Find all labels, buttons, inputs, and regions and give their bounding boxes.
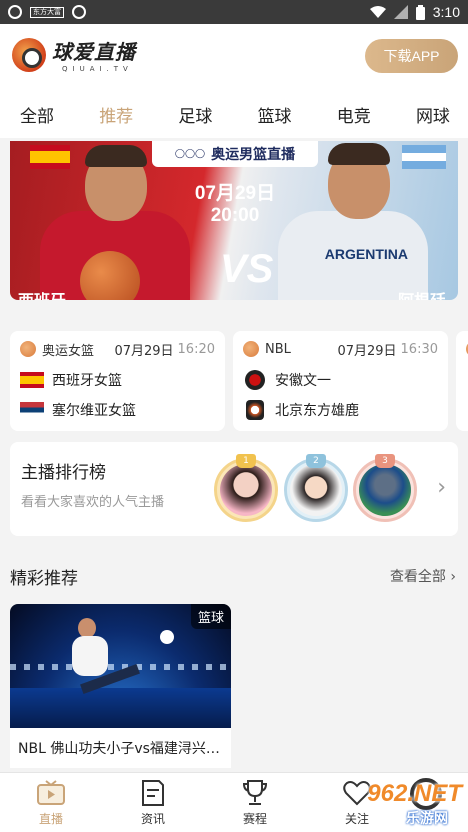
crown-icon: 1 <box>236 454 256 468</box>
match-time: 16:30 <box>400 341 438 357</box>
spain-flag-icon <box>20 372 44 388</box>
trophy-icon <box>241 779 269 807</box>
banner-team-left: 西班牙 <box>18 287 66 300</box>
match-card-partial[interactable] <box>456 331 468 431</box>
app-name: 球爱直播 <box>52 40 136 64</box>
match-list: 奥运女篮 07月29日 16:20 西班牙女篮 塞尔维亚女篮 NBL 07月29… <box>10 331 468 431</box>
match-league: 奥运女篮 <box>42 343 95 359</box>
wifi-icon <box>369 5 386 18</box>
tab-football[interactable]: 足球 <box>178 102 212 127</box>
team-logo-icon <box>246 400 264 420</box>
clock: 3:10 <box>432 4 460 20</box>
tab-tennis[interactable]: 网球 <box>416 102 450 127</box>
download-app-button[interactable]: 下载APP <box>365 39 458 73</box>
chevron-right-icon[interactable]: › <box>437 475 446 500</box>
nav-schedule[interactable]: 赛程 <box>225 773 285 832</box>
olympic-rings-icon: ◯◯◯ <box>174 149 206 159</box>
banner-title-text: 奥运男篮直播 <box>211 147 296 163</box>
video-thumbnail: 篮球 <box>10 604 231 728</box>
match-card[interactable]: 奥运女篮 07月29日 16:20 西班牙女篮 塞尔维亚女篮 <box>10 331 225 431</box>
app-subtitle: QIUAI.TV <box>62 65 133 73</box>
crown-icon: 3 <box>375 454 395 468</box>
anchor-ranking-card[interactable]: 主播排行榜 看看大家喜欢的人气主播 1 2 3 › <box>10 442 458 536</box>
category-tag: 篮球 <box>190 604 231 629</box>
logo-icon <box>12 37 46 72</box>
app-logo: 球爱直播 QIUAI.TV <box>12 36 136 73</box>
banner-team-right: 阿根廷 <box>398 287 446 300</box>
app-notification-icon <box>72 5 86 19</box>
soccer-ball-icon <box>160 630 174 644</box>
team-logo-icon <box>245 370 265 390</box>
crown-icon: 2 <box>306 454 326 468</box>
basketball-icon <box>243 341 259 357</box>
basketball-icon <box>20 341 36 357</box>
tv-icon <box>37 779 65 807</box>
video-card[interactable]: 篮球 NBL 佛山功夫小子vs福建浔兴股份 <box>10 604 231 768</box>
match-date: 07月29日 <box>337 343 397 359</box>
ranking-title: 主播排行榜 <box>21 463 106 483</box>
see-all-link[interactable]: 查看全部 › <box>390 566 456 586</box>
tab-recommended[interactable]: 推荐 <box>99 102 133 127</box>
tab-basketball[interactable]: 篮球 <box>258 102 292 127</box>
banner-date: 07月29日 <box>194 183 276 204</box>
nav-label: 赛程 <box>242 812 267 826</box>
battery-icon <box>415 4 425 20</box>
section-title: 精彩推荐 <box>10 569 78 589</box>
watermark-text: 乐游网 <box>406 811 448 827</box>
nav-label: 关注 <box>344 812 369 826</box>
home-team: 西班牙女篮 <box>52 373 122 389</box>
vs-label: VS <box>220 247 274 291</box>
status-badge: 东方大富 <box>30 6 64 18</box>
match-card[interactable]: NBL 07月29日 16:30 安徽文一 北京东方雄鹿 <box>233 331 448 431</box>
nav-label: 直播 <box>38 812 63 826</box>
signal-icon <box>393 5 408 19</box>
home-team: 安徽文一 <box>275 373 331 389</box>
nav-news[interactable]: 资讯 <box>123 773 183 832</box>
status-bar: 东方大富 3:10 <box>0 0 468 24</box>
video-title: NBL 佛山功夫小子vs福建浔兴股份 <box>18 741 223 757</box>
nav-label: 资讯 <box>140 812 165 826</box>
app-header: 球爱直播 QIUAI.TV 下载APP <box>0 24 468 90</box>
away-team: 塞尔维亚女篮 <box>52 403 136 419</box>
jersey-text: ARGENTINA <box>324 246 408 262</box>
tab-esports[interactable]: 电竞 <box>337 102 371 127</box>
ranking-subtitle: 看看大家喜欢的人气主播 <box>21 495 165 510</box>
banner-time: 20:00 <box>210 205 260 226</box>
category-tabs: 全部 推荐 足球 篮球 电竞 网球 <box>0 90 468 138</box>
nav-live[interactable]: 直播 <box>21 773 81 832</box>
banner-title: ◯◯◯ 奥运男篮直播 <box>152 141 318 167</box>
tab-all[interactable]: 全部 <box>20 102 54 127</box>
serbia-flag-icon <box>20 402 44 418</box>
notification-icon <box>8 5 22 19</box>
watermark-logo: 962.NET <box>367 780 462 807</box>
featured-banner[interactable]: ARGENTINA ◯◯◯ 奥运男篮直播 07月29日 20:00 VS 西班牙… <box>10 141 458 300</box>
match-league: NBL <box>265 341 291 357</box>
match-date: 07月29日 <box>114 343 174 359</box>
match-time: 16:20 <box>177 341 215 357</box>
away-team: 北京东方雄鹿 <box>275 403 359 419</box>
news-icon <box>139 779 167 807</box>
